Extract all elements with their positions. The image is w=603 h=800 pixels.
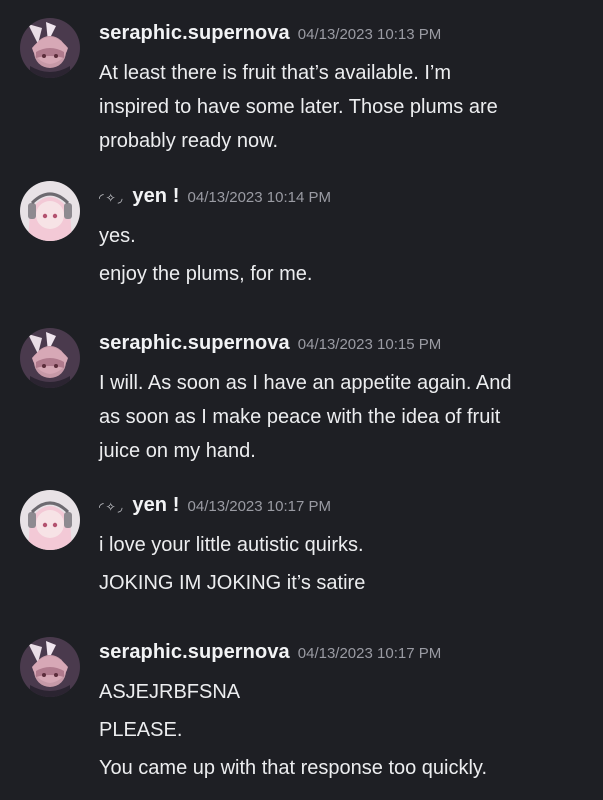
timestamp: 04/13/2023 10:14 PM — [187, 189, 331, 206]
username[interactable]: seraphic.supernova — [99, 332, 290, 354]
username[interactable]: seraphic.supernova — [99, 641, 290, 663]
message-line: PLEASE. — [99, 719, 183, 741]
timestamp: 04/13/2023 10:17 PM — [187, 498, 331, 515]
message-line: You came up with that response too quick… — [99, 757, 488, 779]
seraphic-avatar-image — [20, 637, 80, 697]
avatar[interactable] — [20, 637, 80, 697]
avatar[interactable] — [20, 18, 80, 78]
timestamp: 04/13/2023 10:13 PM — [297, 26, 442, 43]
message-line: yes. — [99, 225, 136, 247]
timestamp: 04/13/2023 10:15 PM — [297, 336, 442, 353]
message-line: juice on my hand. — [99, 440, 256, 462]
timestamp: 04/13/2023 10:17 PM — [297, 645, 442, 662]
avatar[interactable] — [20, 490, 80, 550]
yen-avatar-image — [20, 181, 80, 241]
username[interactable]: yen ! — [132, 185, 179, 207]
yen-avatar-image — [20, 490, 80, 550]
message-line: ASJEJRBFSNA — [99, 681, 241, 703]
message-line: enjoy the plums, for me. — [99, 263, 313, 285]
message-line: I will. As soon as I have an appetite ag… — [99, 372, 512, 394]
username-decoration: ◜✧◞ — [99, 191, 125, 205]
username-decoration: ◜✧◞ — [99, 500, 125, 514]
message-line: inspired to have some later. Those plums… — [99, 96, 498, 118]
username[interactable]: seraphic.supernova — [99, 22, 290, 44]
avatar[interactable] — [20, 181, 80, 241]
username[interactable]: yen ! — [132, 494, 179, 516]
message-line: At least there is fruit that’s available… — [99, 62, 452, 84]
seraphic-avatar-image — [20, 328, 80, 388]
message-line: as soon as I make peace with the idea of… — [99, 406, 501, 428]
message-line: JOKING IM JOKING it’s satire — [99, 572, 366, 594]
message-line: probably ready now. — [99, 130, 279, 152]
avatar[interactable] — [20, 328, 80, 388]
chat-log: seraphic.supernova 04/13/2023 10:13 PM At… — [0, 0, 603, 800]
message-line: i love your little autistic quirks. — [99, 534, 364, 556]
seraphic-avatar-image — [20, 18, 80, 78]
